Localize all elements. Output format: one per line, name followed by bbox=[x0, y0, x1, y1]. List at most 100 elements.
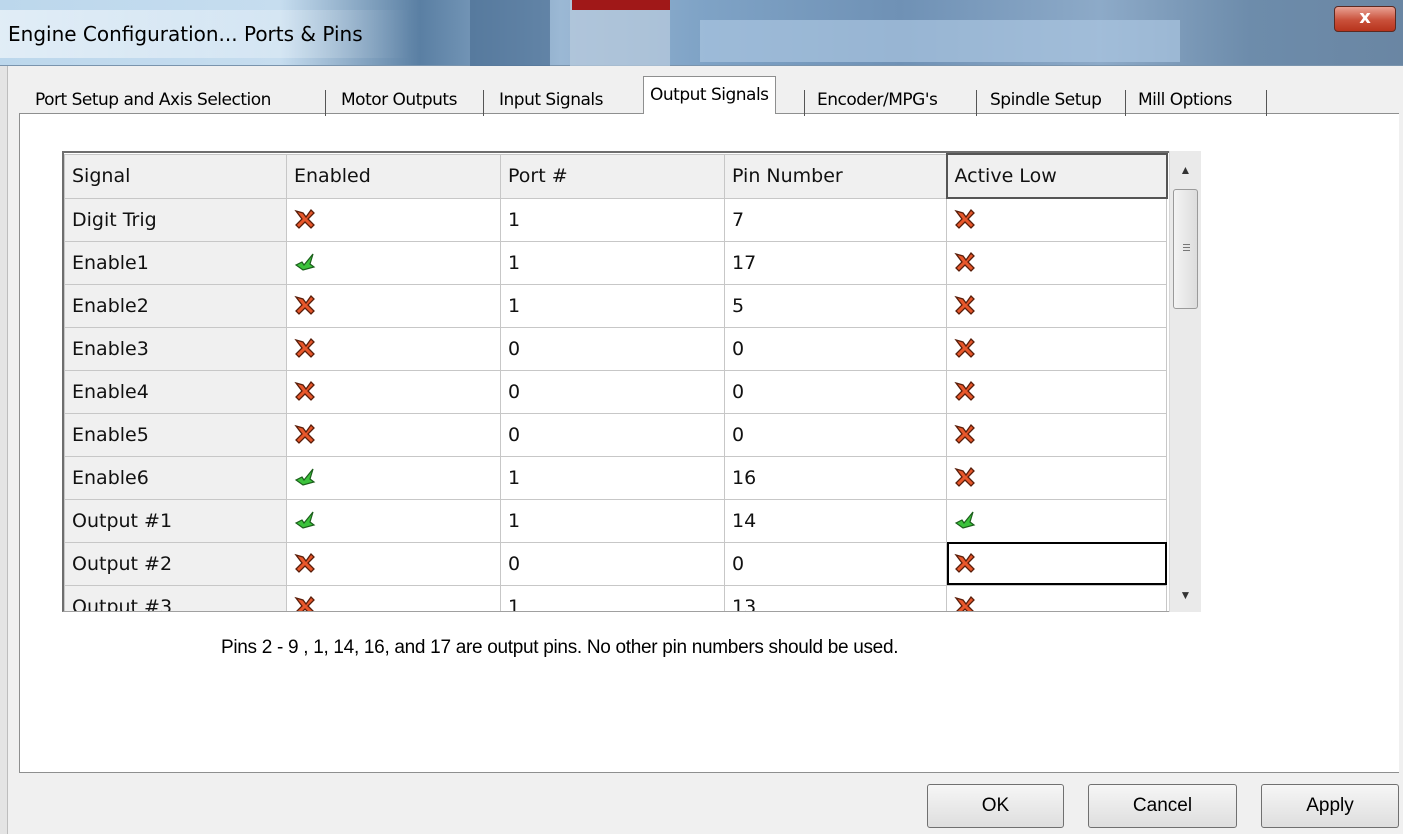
active-low-cell[interactable] bbox=[946, 283, 1167, 328]
apply-button[interactable]: Apply bbox=[1261, 784, 1399, 828]
port-cell[interactable]: 1 bbox=[500, 498, 725, 543]
active-low-cell[interactable] bbox=[946, 240, 1167, 285]
pin-number-cell[interactable]: 0 bbox=[724, 369, 947, 414]
port-cell[interactable]: 0 bbox=[500, 412, 725, 457]
active-low-cell[interactable] bbox=[946, 455, 1167, 500]
enabled-cell[interactable] bbox=[286, 455, 501, 500]
signal-name-cell[interactable]: Output #3 bbox=[64, 584, 287, 611]
tab-encoder-mpgs[interactable]: Encoder/MPG's bbox=[811, 82, 943, 114]
tab-separator bbox=[1125, 90, 1126, 116]
active-low-cell[interactable] bbox=[946, 584, 1167, 611]
signal-name-cell[interactable]: Enable1 bbox=[64, 240, 287, 285]
port-cell[interactable]: 1 bbox=[500, 455, 725, 500]
active-low-cell[interactable] bbox=[946, 541, 1167, 586]
pin-number-cell[interactable]: 7 bbox=[724, 197, 947, 242]
pin-number-cell[interactable]: 13 bbox=[724, 584, 947, 611]
table-row[interactable]: Output #2 0 0 bbox=[64, 541, 1167, 586]
signal-name-cell[interactable]: Enable5 bbox=[64, 412, 287, 457]
tab-spindle-setup[interactable]: Spindle Setup bbox=[984, 82, 1107, 114]
table-row[interactable]: Enable1 1 17 bbox=[64, 240, 1167, 285]
dialog-left-edge bbox=[0, 66, 8, 834]
port-cell[interactable]: 1 bbox=[500, 584, 725, 611]
enabled-cell[interactable] bbox=[286, 412, 501, 457]
tab-output-signals[interactable]: Output Signals bbox=[643, 76, 776, 114]
signal-name-cell[interactable]: Enable6 bbox=[64, 455, 287, 500]
signal-name-cell[interactable]: Output #1 bbox=[64, 498, 287, 543]
enabled-cell[interactable] bbox=[286, 240, 501, 285]
tab-port-setup[interactable]: Port Setup and Axis Selection bbox=[29, 82, 277, 114]
port-cell[interactable]: 1 bbox=[500, 283, 725, 328]
column-header-port[interactable]: Port # bbox=[500, 153, 725, 199]
table-row[interactable]: Enable5 0 0 bbox=[64, 412, 1167, 457]
scroll-up-arrow-icon[interactable]: ▲ bbox=[1170, 155, 1201, 185]
port-cell[interactable]: 0 bbox=[500, 541, 725, 586]
close-button[interactable]: x bbox=[1334, 6, 1396, 32]
active-low-cell[interactable] bbox=[946, 498, 1167, 543]
tab-separator bbox=[325, 90, 326, 116]
scroll-thumb[interactable] bbox=[1173, 189, 1198, 309]
red-x-icon bbox=[954, 337, 975, 358]
signals-table: Signal Enabled Port # Pin Number Active … bbox=[64, 153, 1168, 611]
pin-number-cell[interactable]: 0 bbox=[724, 326, 947, 371]
pin-number-cell[interactable]: 16 bbox=[724, 455, 947, 500]
red-x-icon bbox=[294, 423, 315, 444]
red-x-icon bbox=[954, 466, 975, 487]
tab-separator bbox=[976, 90, 977, 116]
output-signals-grid[interactable]: Signal Enabled Port # Pin Number Active … bbox=[62, 151, 1201, 612]
table-row[interactable]: Enable4 0 0 bbox=[64, 369, 1167, 414]
signal-name-cell[interactable]: Enable2 bbox=[64, 283, 287, 328]
pin-number-cell[interactable]: 14 bbox=[724, 498, 947, 543]
active-low-cell[interactable] bbox=[946, 197, 1167, 242]
pin-number-cell[interactable]: 0 bbox=[724, 412, 947, 457]
red-x-icon bbox=[294, 552, 315, 573]
active-low-cell[interactable] bbox=[946, 369, 1167, 414]
port-cell[interactable]: 1 bbox=[500, 240, 725, 285]
tab-motor-outputs[interactable]: Motor Outputs bbox=[335, 82, 463, 114]
scroll-down-arrow-icon[interactable]: ▼ bbox=[1170, 580, 1201, 610]
signal-name-cell[interactable]: Enable4 bbox=[64, 369, 287, 414]
column-header-active-low[interactable]: Active Low bbox=[945, 153, 1168, 199]
close-icon: x bbox=[1359, 7, 1371, 28]
pin-number-cell[interactable]: 5 bbox=[724, 283, 947, 328]
column-header-pin-number[interactable]: Pin Number bbox=[724, 153, 947, 199]
grid-scrollbar[interactable]: ▲ ▼ bbox=[1169, 151, 1201, 612]
background-window-fragment bbox=[572, 0, 670, 10]
background-window-fragment bbox=[470, 0, 550, 66]
enabled-cell[interactable] bbox=[286, 498, 501, 543]
active-low-cell[interactable] bbox=[946, 326, 1167, 371]
red-x-icon bbox=[294, 208, 315, 229]
table-row[interactable]: Digit Trig 1 7 bbox=[64, 197, 1167, 242]
active-low-cell[interactable] bbox=[946, 412, 1167, 457]
enabled-cell[interactable] bbox=[286, 197, 501, 242]
cancel-button[interactable]: Cancel bbox=[1088, 784, 1237, 828]
table-row[interactable]: Enable3 0 0 bbox=[64, 326, 1167, 371]
green-check-icon bbox=[294, 253, 316, 271]
signal-name-cell[interactable]: Digit Trig bbox=[64, 197, 287, 242]
title-bar[interactable]: Engine Configuration... Ports & Pins x bbox=[0, 0, 1403, 66]
pin-number-cell[interactable]: 0 bbox=[724, 541, 947, 586]
enabled-cell[interactable] bbox=[286, 369, 501, 414]
port-cell[interactable]: 0 bbox=[500, 369, 725, 414]
enabled-cell[interactable] bbox=[286, 584, 501, 611]
enabled-cell[interactable] bbox=[286, 283, 501, 328]
red-x-icon bbox=[294, 337, 315, 358]
table-row[interactable]: Output #3 1 13 bbox=[64, 584, 1167, 611]
column-header-enabled[interactable]: Enabled bbox=[286, 153, 501, 199]
enabled-cell[interactable] bbox=[286, 541, 501, 586]
port-cell[interactable]: 0 bbox=[500, 326, 725, 371]
table-row[interactable]: Enable6 1 16 bbox=[64, 455, 1167, 500]
enabled-cell[interactable] bbox=[286, 326, 501, 371]
table-row[interactable]: Output #1 1 14 bbox=[64, 498, 1167, 543]
tab-input-signals[interactable]: Input Signals bbox=[493, 82, 609, 114]
red-x-icon bbox=[294, 380, 315, 401]
tab-separator bbox=[1266, 90, 1267, 116]
signal-name-cell[interactable]: Output #2 bbox=[64, 541, 287, 586]
column-header-signal[interactable]: Signal bbox=[64, 153, 287, 199]
signal-name-cell[interactable]: Enable3 bbox=[64, 326, 287, 371]
table-row[interactable]: Enable2 1 5 bbox=[64, 283, 1167, 328]
pin-number-cell[interactable]: 17 bbox=[724, 240, 947, 285]
ok-button[interactable]: OK bbox=[927, 784, 1064, 828]
port-cell[interactable]: 1 bbox=[500, 197, 725, 242]
tab-mill-options[interactable]: Mill Options bbox=[1132, 82, 1238, 114]
pins-note: Pins 2 - 9 , 1, 14, 16, and 17 are outpu… bbox=[221, 637, 899, 658]
